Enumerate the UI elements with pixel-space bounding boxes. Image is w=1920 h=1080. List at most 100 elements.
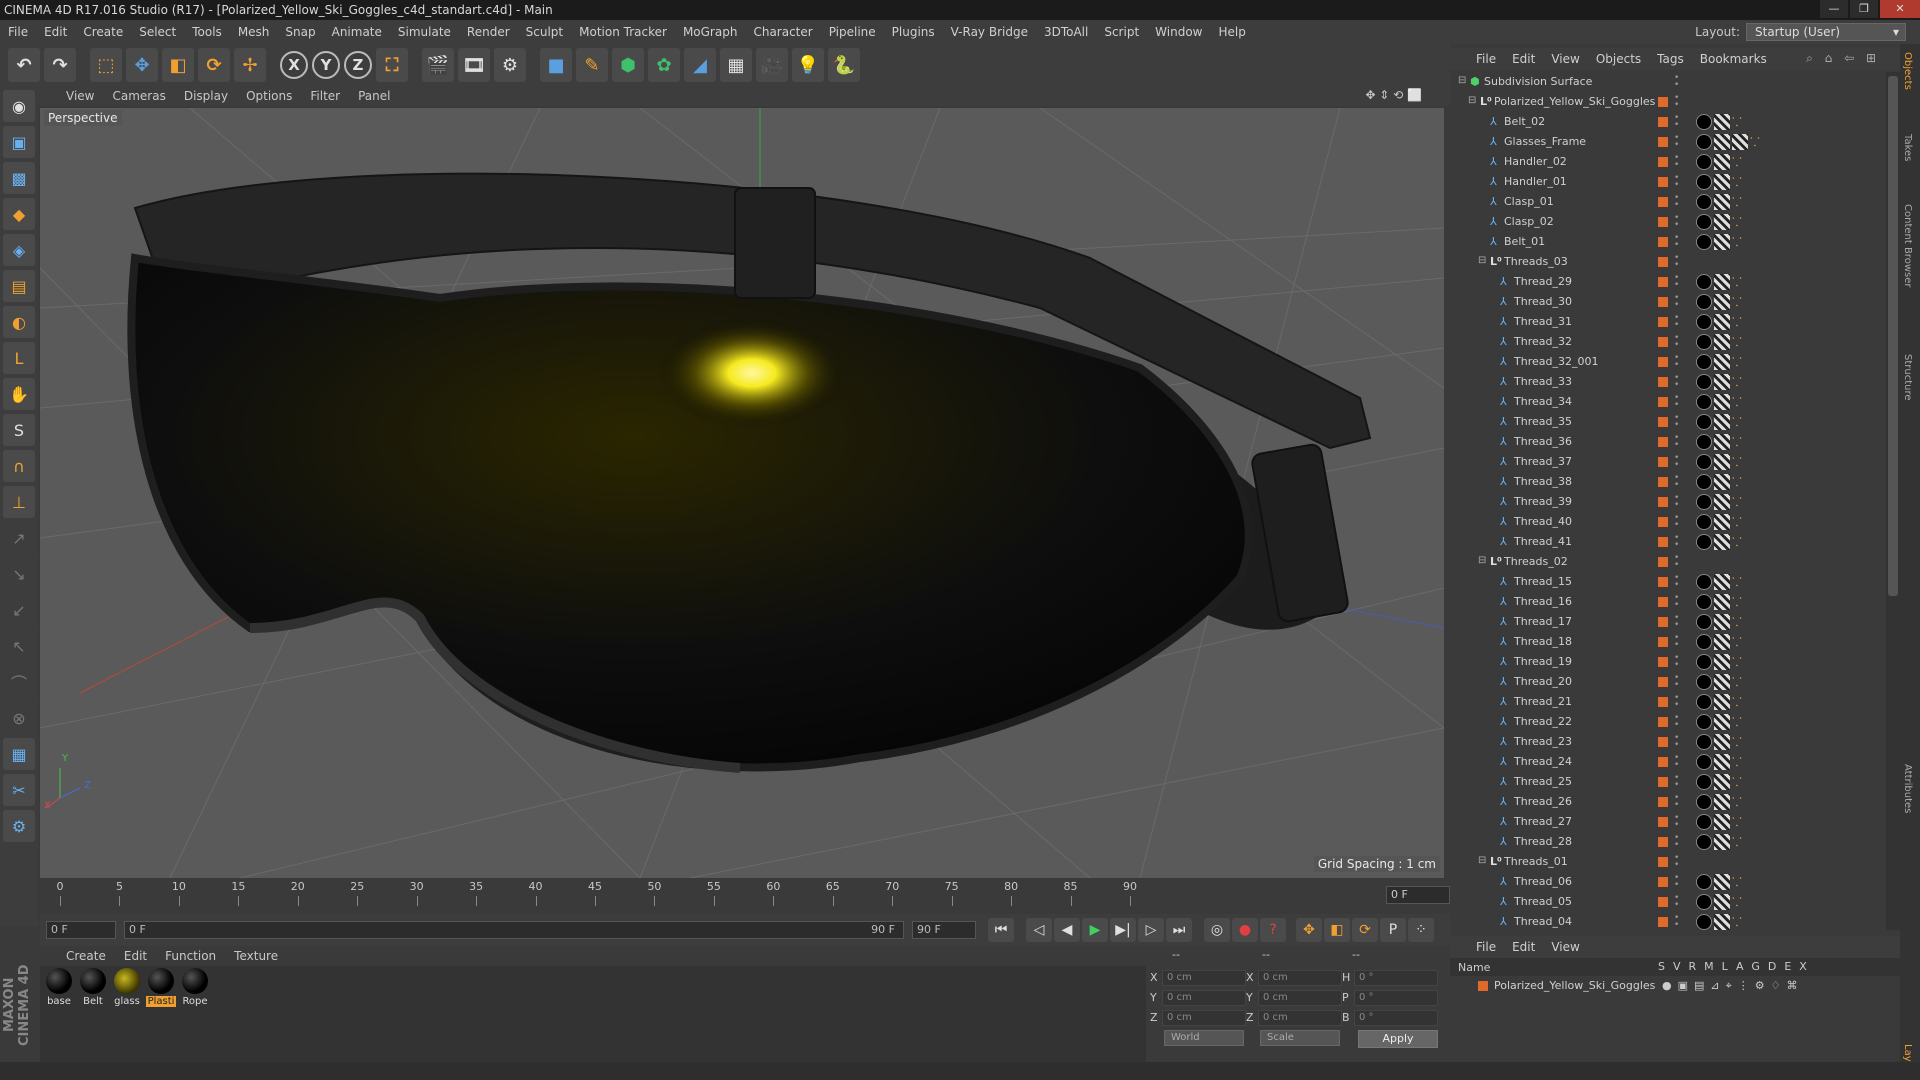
visibility-swatch[interactable] bbox=[1658, 297, 1668, 307]
object-row[interactable]: ⅄ Thread_23 • • ⸪ bbox=[1450, 732, 1886, 752]
phong-tag-icon[interactable]: ⸪ bbox=[1732, 634, 1744, 650]
object-row[interactable]: ⅄ Thread_38 • • ⸪ bbox=[1450, 472, 1886, 492]
record-position-icon[interactable]: ✥ bbox=[1296, 918, 1322, 942]
object-row[interactable]: ⅄ Clasp_01 • • ⸪ bbox=[1450, 192, 1886, 212]
object-row[interactable]: ⅄ Thread_34 • • ⸪ bbox=[1450, 392, 1886, 412]
material-tag-icon[interactable] bbox=[1696, 194, 1712, 210]
editor-render-dots[interactable]: • • bbox=[1674, 254, 1680, 270]
scrollbar-thumb[interactable] bbox=[1888, 76, 1898, 596]
left-tool-11-icon[interactable]: ⊥ bbox=[3, 486, 35, 518]
editor-render-dots[interactable]: • • bbox=[1674, 574, 1680, 590]
visibility-swatch[interactable] bbox=[1658, 717, 1668, 727]
keyframe-selection-icon[interactable]: ? bbox=[1260, 918, 1286, 942]
phong-tag-icon[interactable]: ⸪ bbox=[1732, 834, 1744, 850]
cube-primitive-icon[interactable]: ■ bbox=[540, 48, 572, 82]
material-tag-icon[interactable] bbox=[1696, 814, 1712, 830]
minimize-button[interactable]: — bbox=[1820, 0, 1848, 18]
coord-field-x[interactable]: 0 cm bbox=[1162, 970, 1246, 986]
object-name[interactable]: Thread_23 bbox=[1514, 735, 1572, 748]
editor-render-dots[interactable]: • • bbox=[1674, 754, 1680, 770]
object-row[interactable]: ⊟ L⁰ Threads_01 • • bbox=[1450, 852, 1886, 872]
material-tag-icon[interactable] bbox=[1696, 394, 1712, 410]
object-row[interactable]: ⅄ Thread_32_001 • • ⸪ bbox=[1450, 352, 1886, 372]
visibility-swatch[interactable] bbox=[1658, 757, 1668, 767]
material-tag-icon[interactable] bbox=[1696, 454, 1712, 470]
coord-mode-dropdown[interactable]: World bbox=[1164, 1030, 1244, 1046]
coord-field-p[interactable]: 0 ° bbox=[1354, 990, 1438, 1006]
scale-tool-icon[interactable]: ◧ bbox=[162, 48, 194, 82]
phong-tag-icon[interactable]: ⸪ bbox=[1732, 654, 1744, 670]
object-name[interactable]: Handler_02 bbox=[1504, 155, 1567, 168]
material-tag-icon[interactable] bbox=[1696, 914, 1712, 930]
visibility-swatch[interactable] bbox=[1658, 657, 1668, 667]
material-tag-icon[interactable] bbox=[1696, 714, 1712, 730]
object-row[interactable]: ⅄ Thread_27 • • ⸪ bbox=[1450, 812, 1886, 832]
editor-render-dots[interactable]: • • bbox=[1674, 214, 1680, 230]
left-tool-6-icon[interactable]: ◐ bbox=[3, 306, 35, 338]
phong-tag-icon[interactable]: ⸪ bbox=[1732, 734, 1744, 750]
object-row[interactable]: ⅄ Thread_26 • • ⸪ bbox=[1450, 792, 1886, 812]
object-name[interactable]: Thread_30 bbox=[1514, 295, 1572, 308]
current-frame-field[interactable]: 0 F bbox=[1386, 886, 1450, 904]
material-tag-icon[interactable] bbox=[1696, 594, 1712, 610]
material-tag-icon[interactable] bbox=[1696, 894, 1712, 910]
editor-render-dots[interactable]: • • bbox=[1674, 334, 1680, 350]
visibility-swatch[interactable] bbox=[1658, 157, 1668, 167]
visibility-swatch[interactable] bbox=[1658, 477, 1668, 487]
coord-scale-dropdown[interactable]: Scale bbox=[1260, 1030, 1340, 1046]
phong-tag-icon[interactable]: ⸪ bbox=[1732, 174, 1744, 190]
object-name[interactable]: Thread_26 bbox=[1514, 795, 1572, 808]
record-scale-icon[interactable]: ◧ bbox=[1324, 918, 1350, 942]
editor-render-dots[interactable]: • • bbox=[1674, 434, 1680, 450]
layer-name[interactable]: Polarized_Yellow_Ski_Goggles bbox=[1494, 979, 1655, 992]
objects-menu-tags[interactable]: Tags bbox=[1657, 52, 1684, 66]
left-tool-20-icon[interactable]: ⚙ bbox=[3, 810, 35, 842]
object-row[interactable]: ⅄ Thread_29 • • ⸪ bbox=[1450, 272, 1886, 292]
object-row[interactable]: ⅄ Thread_31 • • ⸪ bbox=[1450, 312, 1886, 332]
menu-help[interactable]: Help bbox=[1218, 25, 1245, 39]
phong-tag-icon[interactable]: ⸪ bbox=[1732, 414, 1744, 430]
object-row[interactable]: ⅄ Thread_33 • • ⸪ bbox=[1450, 372, 1886, 392]
viewport-menu-filter[interactable]: Filter bbox=[310, 89, 340, 103]
record-keys-icon[interactable]: ◎ bbox=[1204, 918, 1230, 942]
texture-tag-icon[interactable] bbox=[1714, 614, 1730, 630]
visibility-swatch[interactable] bbox=[1658, 517, 1668, 527]
visibility-swatch[interactable] bbox=[1658, 337, 1668, 347]
object-row[interactable]: ⅄ Thread_30 • • ⸪ bbox=[1450, 292, 1886, 312]
texture-tag-icon[interactable] bbox=[1714, 754, 1730, 770]
texture-tag-icon[interactable] bbox=[1714, 514, 1730, 530]
editor-render-dots[interactable]: • • bbox=[1674, 634, 1680, 650]
editor-render-dots[interactable]: • • bbox=[1674, 394, 1680, 410]
object-name[interactable]: Thread_39 bbox=[1514, 495, 1572, 508]
texture-tag-icon[interactable] bbox=[1714, 874, 1730, 890]
object-name[interactable]: Thread_40 bbox=[1514, 515, 1572, 528]
editor-render-dots[interactable]: • • bbox=[1674, 654, 1680, 670]
visibility-swatch[interactable] bbox=[1658, 577, 1668, 587]
material-glass[interactable]: glass bbox=[112, 968, 142, 1007]
object-name[interactable]: Thread_25 bbox=[1514, 775, 1572, 788]
layer-color-swatch[interactable] bbox=[1478, 981, 1488, 991]
material-tag-icon[interactable] bbox=[1696, 494, 1712, 510]
material-tag-icon[interactable] bbox=[1696, 734, 1712, 750]
close-button[interactable]: ✕ bbox=[1880, 0, 1920, 18]
rotate-tool-icon[interactable]: ⟳ bbox=[198, 48, 230, 82]
left-tool-17-icon[interactable]: ⊗ bbox=[3, 702, 35, 734]
object-row[interactable]: ⅄ Thread_32 • • ⸪ bbox=[1450, 332, 1886, 352]
object-row[interactable]: ⅄ Thread_37 • • ⸪ bbox=[1450, 452, 1886, 472]
editor-render-dots[interactable]: • • bbox=[1674, 714, 1680, 730]
visibility-swatch[interactable] bbox=[1658, 117, 1668, 127]
phong-tag-icon[interactable]: ⸪ bbox=[1732, 274, 1744, 290]
left-tool-9-icon[interactable]: S bbox=[3, 414, 35, 446]
object-name[interactable]: Thread_34 bbox=[1514, 395, 1572, 408]
texture-tag-icon[interactable] bbox=[1714, 674, 1730, 690]
phong-tag-icon[interactable]: ⸪ bbox=[1732, 574, 1744, 590]
editor-render-dots[interactable]: • • bbox=[1674, 374, 1680, 390]
visibility-swatch[interactable] bbox=[1658, 277, 1668, 287]
phong-tag-icon[interactable]: ⸪ bbox=[1732, 454, 1744, 470]
material-base[interactable]: base bbox=[44, 968, 74, 1007]
subdivision-surface-icon[interactable]: ⬢ bbox=[612, 48, 644, 82]
render-picture-viewer-icon[interactable]: 🎞 bbox=[458, 48, 490, 82]
light-icon[interactable]: 💡 bbox=[792, 48, 824, 82]
visibility-swatch[interactable] bbox=[1658, 217, 1668, 227]
editor-render-dots[interactable]: • • bbox=[1674, 834, 1680, 850]
